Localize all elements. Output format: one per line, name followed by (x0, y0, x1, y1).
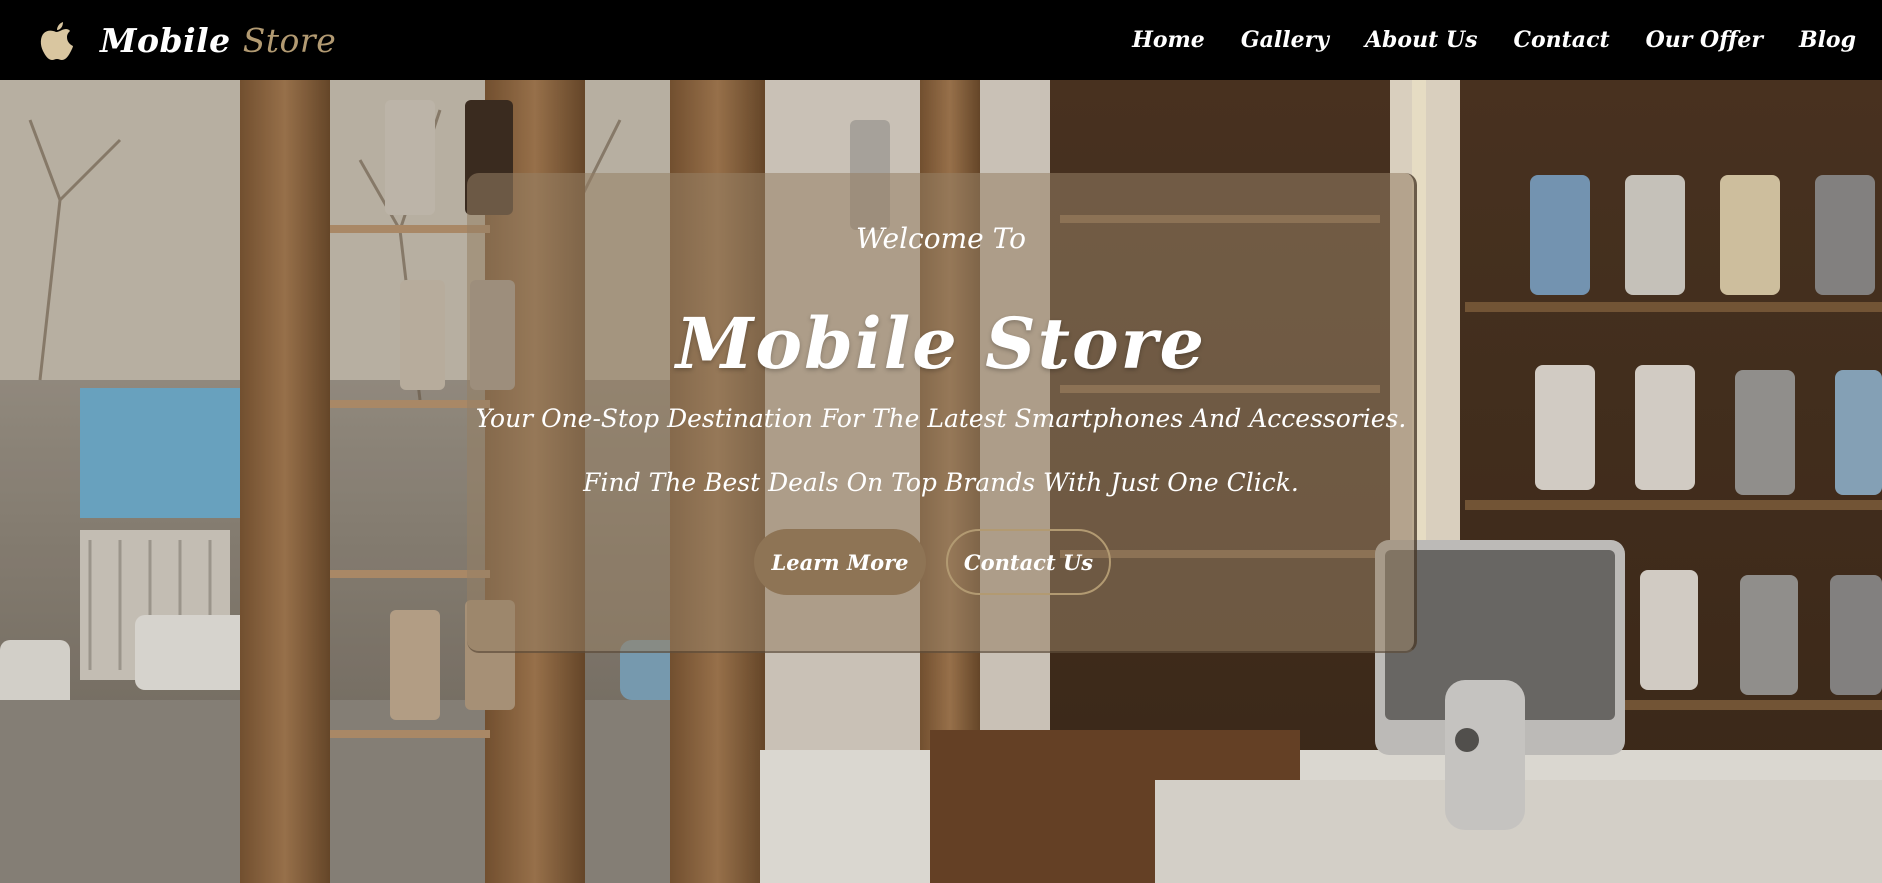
brand-name-accent: Store (242, 20, 337, 60)
nav-gallery[interactable]: Gallery (1241, 27, 1329, 53)
brand-name: Mobile Store (100, 21, 336, 60)
contact-us-button[interactable]: Contact Us (946, 529, 1111, 595)
nav-about-us[interactable]: About Us (1365, 27, 1478, 53)
nav-blog[interactable]: Blog (1799, 27, 1856, 53)
nav-home[interactable]: Home (1132, 27, 1205, 53)
brand[interactable]: Mobile Store (36, 18, 336, 62)
navbar: Mobile Store Home Gallery About Us Conta… (0, 0, 1882, 80)
nav-contact[interactable]: Contact (1513, 27, 1609, 53)
hero-tagline-2: Find The Best Deals On Top Brands With J… (583, 468, 1299, 497)
nav-links: Home Gallery About Us Contact Our Offer … (1096, 0, 1856, 80)
brand-name-primary: Mobile (100, 20, 231, 60)
hero-welcome: Welcome To (856, 222, 1026, 255)
learn-more-button[interactable]: Learn More (754, 529, 926, 595)
nav-our-offer[interactable]: Our Offer (1646, 27, 1763, 53)
hero-tagline-1: Your One-Stop Destination For The Latest… (475, 404, 1407, 433)
apple-icon (40, 22, 73, 60)
hero-title: Mobile Store (675, 302, 1207, 385)
